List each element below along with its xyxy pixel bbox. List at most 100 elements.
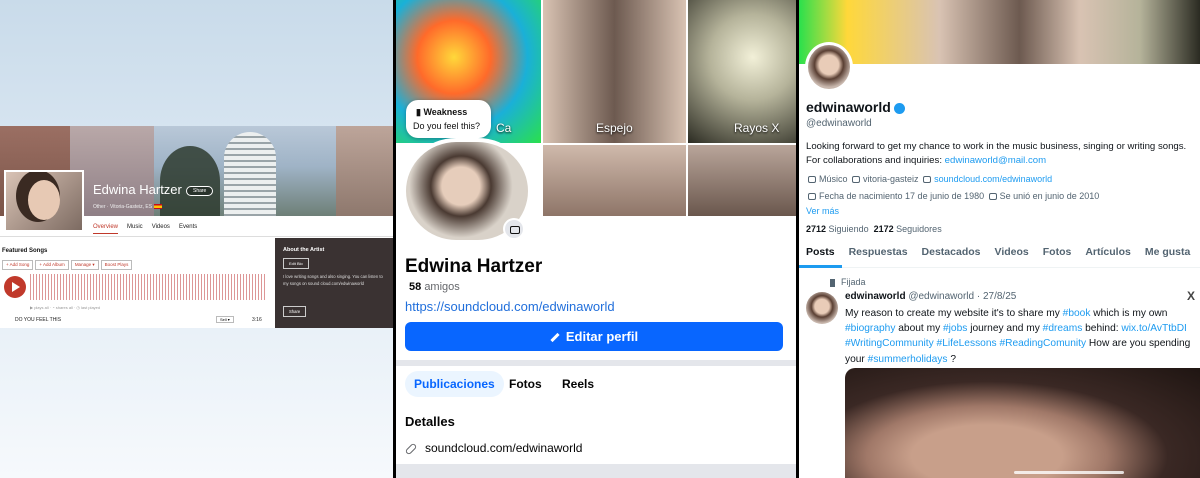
tab-articulos[interactable]: Artículos	[1078, 246, 1138, 267]
tweet-image[interactable]	[845, 368, 1200, 478]
category: Músico	[819, 174, 848, 184]
note-subtitle: Do you feel this?	[413, 121, 481, 131]
song-actions: + Add Song + Add Album Manage ▾ Boost Pl…	[2, 260, 133, 270]
waveform[interactable]	[30, 274, 266, 300]
divider	[396, 360, 796, 366]
add-album-button[interactable]: + Add Album	[35, 260, 69, 270]
track-duration: 3:16	[252, 317, 262, 323]
tab-posts[interactable]: Posts	[799, 246, 842, 268]
tab-reels[interactable]: Reels	[553, 371, 603, 397]
banner-tower	[224, 132, 276, 216]
home-indicator	[1014, 471, 1124, 474]
tab-me-gusta[interactable]: Me gusta	[1138, 246, 1198, 267]
tab-fotos[interactable]: Fotos	[1036, 246, 1079, 267]
friends-count[interactable]: 58 amigos	[409, 281, 460, 293]
hashtag-link[interactable]: #WritingCommunity	[845, 338, 934, 349]
profile-name: Edwina Hartzer	[405, 256, 543, 277]
photo-thumbnail[interactable]: Espejo	[543, 0, 686, 143]
banner-palm-tree	[160, 146, 220, 216]
tab-overview[interactable]: Overview	[93, 224, 119, 234]
close-icon[interactable]: X	[1187, 289, 1195, 303]
tweet-header: edwinaworld @edwinaworld · 27/8/25	[845, 291, 1016, 302]
manage-button[interactable]: Manage ▾	[70, 260, 99, 270]
followers-label[interactable]: Seguidores	[896, 224, 942, 234]
details-link-text: soundcloud.com/edwinaworld	[425, 441, 583, 455]
following-count[interactable]: 2712	[806, 224, 826, 234]
photo-thumbnail[interactable]: Rayos X	[688, 0, 796, 143]
divider	[396, 464, 796, 478]
hashtag-link[interactable]: #ReadingComunity	[999, 338, 1086, 349]
x-profile-panel: edwinaworld @edwinaworld Looking forward…	[799, 0, 1200, 478]
profile-picture[interactable]	[805, 42, 853, 92]
edit-profile-label: Editar perfil	[565, 329, 639, 344]
about-share-button[interactable]: Share	[283, 306, 307, 317]
header-banner[interactable]	[799, 0, 1200, 64]
hashtag-link[interactable]: #book	[1063, 308, 1091, 319]
briefcase-icon	[808, 176, 816, 184]
hashtag-link[interactable]: #jobs	[943, 323, 967, 334]
link-icon	[404, 442, 418, 456]
tweet-author[interactable]: edwinaworld	[845, 291, 906, 302]
avatar[interactable]	[806, 292, 838, 324]
photo-caption: Ca	[496, 121, 512, 135]
tab-respuestas[interactable]: Respuestas	[842, 246, 915, 267]
profile-tabs: Posts Respuestas Destacados Videos Fotos…	[799, 246, 1200, 268]
tweet-text-part: which is my own	[1090, 308, 1168, 319]
sell-select[interactable]: Sell ▾	[216, 316, 234, 323]
artist-name: Edwina Hartzer	[93, 182, 182, 197]
tab-music[interactable]: Music	[127, 224, 143, 234]
tweet-text-part: My reason to create my website it's to s…	[845, 308, 1063, 319]
track-title[interactable]: DO YOU FEEL THIS	[15, 317, 61, 323]
followers-count[interactable]: 2172	[874, 224, 894, 234]
username: @edwinaworld	[806, 118, 872, 129]
note-bubble[interactable]: ▮ Weakness Do you feel this?	[406, 100, 491, 138]
pinned-label: Fijada	[830, 277, 866, 287]
tab-destacados[interactable]: Destacados	[915, 246, 988, 267]
hashtag-link[interactable]: #biography	[845, 323, 895, 334]
verified-badge-icon	[893, 102, 905, 114]
pin-icon	[830, 278, 835, 287]
display-name: edwinaworld	[806, 99, 905, 115]
tab-videos[interactable]: Videos	[152, 224, 170, 234]
calendar-icon	[988, 193, 997, 201]
hashtag-link[interactable]: #dreams	[1043, 323, 1083, 334]
share-button[interactable]: Share	[186, 186, 214, 196]
music-profile-card: Edwina Hartzer Share Other · Vitoria-Gas…	[0, 126, 393, 328]
photo-thumbnail[interactable]	[543, 145, 686, 216]
social-profile-panel: Ca Espejo Rayos X ▮ Weakness Do you feel…	[396, 0, 796, 478]
music-profile-panel: Edwina Hartzer Share Other · Vitoria-Gas…	[0, 0, 393, 478]
boost-plays-button[interactable]: Boost Plays	[100, 260, 133, 270]
profile-meta: Músico vitoria-gasteiz soundcloud.com/ed…	[806, 171, 1198, 205]
bio-email-link[interactable]: edwinaworld@mail.com	[945, 155, 1046, 166]
tab-fotos[interactable]: Fotos	[500, 371, 551, 397]
about-text: I love writing songs and also singing. Y…	[283, 274, 383, 286]
link-icon	[923, 176, 932, 184]
location-icon	[852, 176, 861, 184]
play-icon[interactable]	[4, 276, 26, 298]
photo-caption: Espejo	[596, 121, 633, 135]
details-link[interactable]: soundcloud.com/edwinaworld	[404, 441, 583, 456]
pencil-icon	[550, 332, 560, 343]
tweet-meta: @edwinaworld · 27/8/25	[908, 291, 1017, 302]
tab-publicaciones[interactable]: Publicaciones	[405, 371, 504, 397]
tab-videos[interactable]: Videos	[988, 246, 1036, 267]
photo-caption: Rayos X	[734, 121, 780, 135]
tab-events[interactable]: Events	[179, 224, 197, 234]
edit-profile-button[interactable]: Editar perfil	[405, 322, 783, 351]
following-label[interactable]: Siguiendo	[829, 224, 869, 234]
tweet-text-part: behind:	[1082, 323, 1122, 335]
profile-link[interactable]: https://soundcloud.com/edwinaworld	[405, 299, 615, 314]
edit-bio-button[interactable]: Edit Bio	[283, 258, 309, 269]
profile-tabs: Overview Music Videos Events	[93, 224, 197, 234]
hashtag-link[interactable]: #LifeLessons	[937, 338, 997, 349]
artist-avatar[interactable]	[4, 170, 84, 232]
photo-thumbnail[interactable]	[688, 145, 796, 216]
details-heading: Detalles	[405, 414, 455, 429]
see-more-link[interactable]: Ver más	[806, 206, 839, 216]
tweet-url-link[interactable]: wix.to/AvTtbDI	[1121, 323, 1186, 334]
hashtag-link[interactable]: #summerholidays	[868, 354, 948, 365]
camera-icon[interactable]	[503, 218, 525, 240]
add-song-button[interactable]: + Add Song	[2, 260, 34, 270]
tweet-text-part: ?	[947, 353, 956, 365]
website-link[interactable]: soundcloud.com/edwinaworld	[934, 174, 1052, 184]
